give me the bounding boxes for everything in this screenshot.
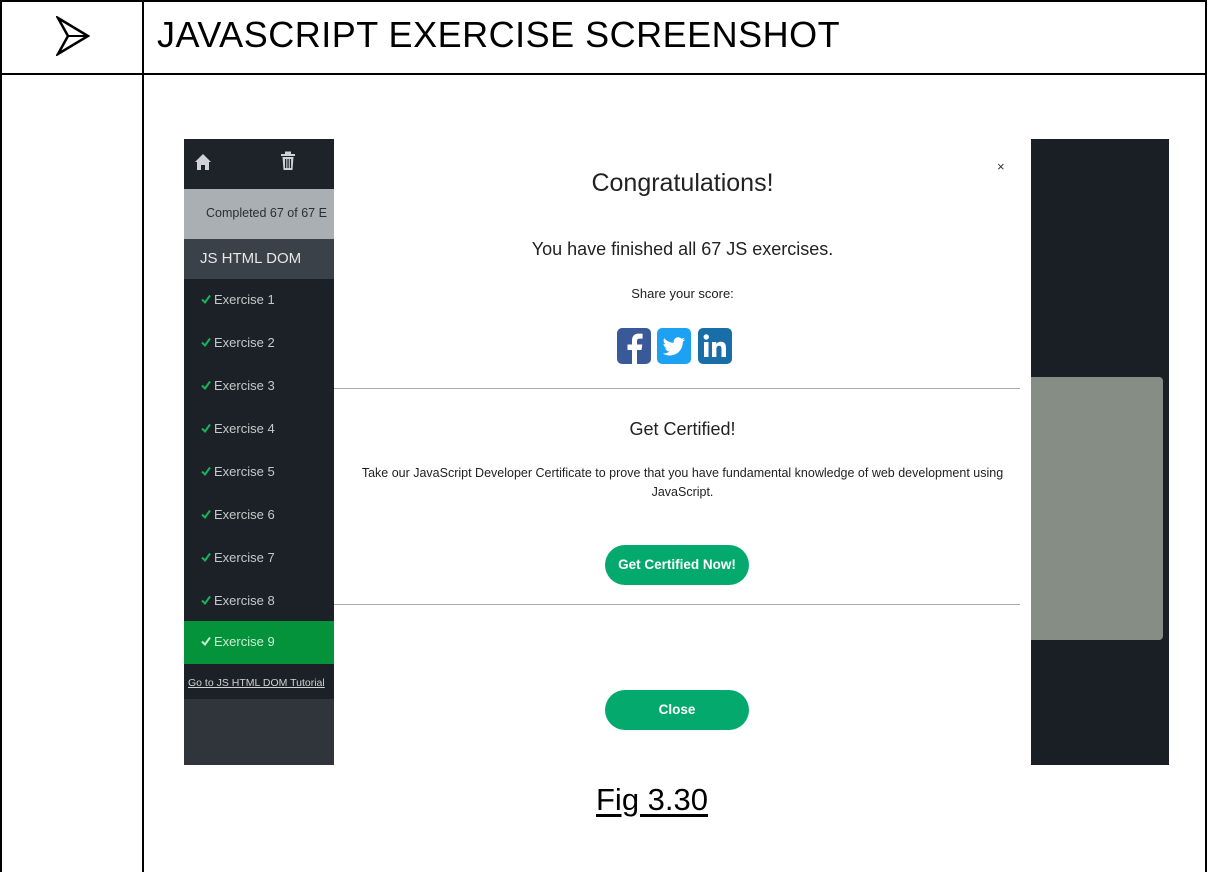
tutorial-link-row: Go to JS HTML DOM Tutorial [184,664,334,702]
close-button[interactable]: Close [605,690,749,730]
modal-divider [334,604,1020,605]
trash-icon[interactable] [280,151,296,171]
social-share-buttons [617,328,737,364]
arrow-bullet-icon [56,16,90,56]
check-icon [201,423,211,433]
home-icon[interactable] [194,153,212,171]
sidebar-item-exercise-2[interactable]: Exercise 2 [184,322,334,365]
check-icon [201,595,211,605]
check-icon [201,636,211,646]
share-label: Share your score: [631,286,734,301]
tutorial-link[interactable]: Go to JS HTML DOM Tutorial [188,677,325,689]
section-title: JS HTML DOM [200,250,302,267]
exercise-screenshot: Completed 67 of 67 E JS HTML DOM Exercis… [184,139,1169,765]
sidebar-item-exercise-6[interactable]: Exercise 6 [184,494,334,537]
finished-message: You have finished all 67 JS exercises. [531,239,834,259]
figure-caption: Fig 3.30 [596,782,709,817]
sidebar-item-exercise-5[interactable]: Exercise 5 [184,451,334,494]
get-certified-button[interactable]: Get Certified Now! [605,545,749,585]
sidebar-item-exercise-7[interactable]: Exercise 7 [184,537,334,580]
sidebar-item-exercise-1[interactable]: Exercise 1 [184,279,334,322]
sidebar-section-header: JS HTML DOM [184,239,334,279]
check-icon [201,552,211,562]
twitter-icon[interactable] [657,328,691,364]
progress-text: Completed 67 of 67 E [206,206,327,220]
table-row-divider [2,73,1205,75]
progress-bar: Completed 67 of 67 E [184,189,334,239]
certification-description: Take our JavaScript Developer Certificat… [361,466,1004,499]
table-column-divider [142,2,144,872]
check-icon [201,509,211,519]
sidebar-item-exercise-3[interactable]: Exercise 3 [184,365,334,408]
sidebar-item-exercise-4[interactable]: Exercise 4 [184,408,334,451]
section-heading: JAVASCRIPT EXERCISE SCREENSHOT [157,14,841,55]
certification-title: Get Certified! [629,419,736,439]
modal-divider [334,388,1020,389]
facebook-icon[interactable] [617,328,651,364]
sidebar-footer [184,699,334,765]
modal-title: Congratulations! [591,169,774,197]
check-icon [201,380,211,390]
exercise-list: Exercise 1 Exercise 2 Exercise 3 Exercis… [184,279,334,621]
check-icon [201,466,211,476]
sidebar-item-exercise-9[interactable]: Exercise 9 [184,621,334,664]
check-icon [201,337,211,347]
linkedin-icon[interactable] [698,328,732,364]
result-panel [1031,377,1163,640]
sidebar-toolbar [184,139,334,189]
document-table: JAVASCRIPT EXERCISE SCREENSHOT Completed… [0,0,1207,872]
check-icon [201,294,211,304]
congratulations-modal: × Congratulations! You have finished all… [334,139,1031,765]
sidebar-item-exercise-8[interactable]: Exercise 8 [184,580,334,623]
